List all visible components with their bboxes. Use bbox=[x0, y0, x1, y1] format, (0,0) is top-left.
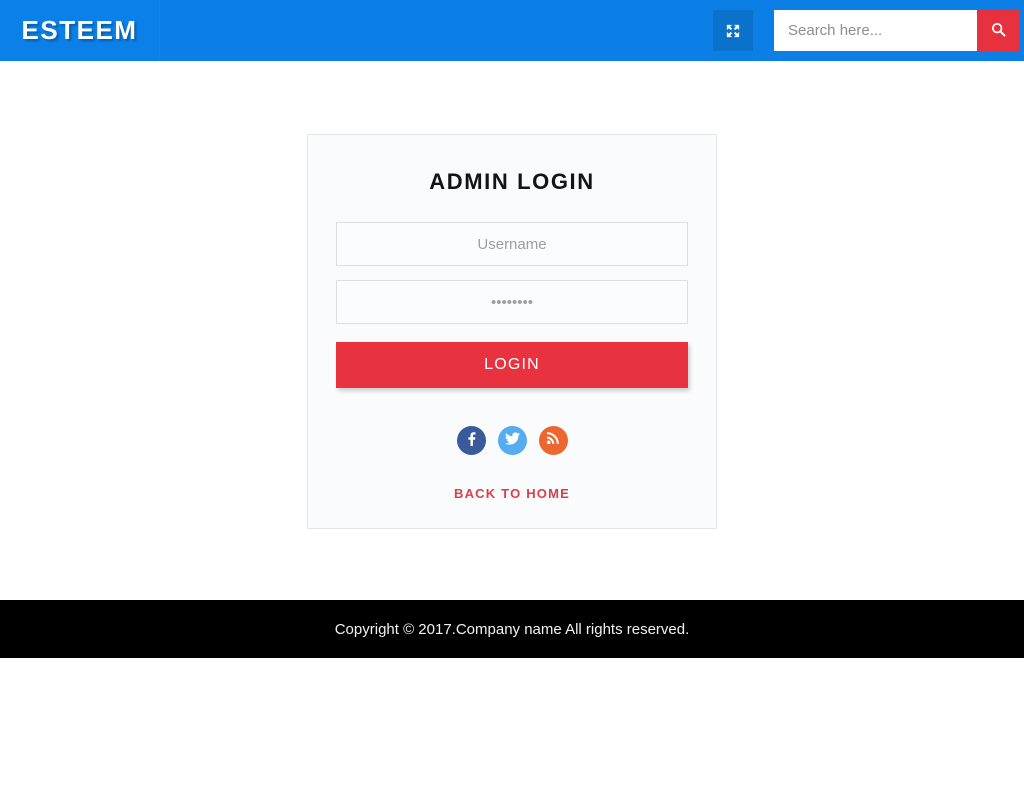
main-content-area: ADMIN LOGIN LOGIN bbox=[0, 61, 1024, 600]
password-input[interactable] bbox=[336, 280, 688, 324]
copyright-text: Copyright © 2017.Company name All rights… bbox=[334, 620, 690, 638]
expand-arrows-icon bbox=[726, 24, 740, 38]
page-footer: Copyright © 2017.Company name All rights… bbox=[0, 600, 1024, 658]
rss-link[interactable] bbox=[538, 426, 568, 455]
top-header-bar: ESTEEM bbox=[0, 0, 1024, 61]
twitter-link[interactable] bbox=[497, 426, 527, 455]
below-footer-whitespace bbox=[0, 658, 1024, 800]
back-to-home-link[interactable]: BACK TO HOME bbox=[336, 486, 688, 501]
search-submit-button[interactable] bbox=[977, 10, 1019, 51]
facebook-link[interactable] bbox=[456, 426, 486, 455]
expand-arrows-icon-button[interactable] bbox=[713, 10, 753, 51]
site-logo-text: ESTEEM bbox=[21, 15, 138, 45]
twitter-icon bbox=[504, 431, 520, 451]
login-button[interactable]: LOGIN bbox=[336, 342, 688, 388]
search-icon bbox=[991, 22, 1006, 40]
search-box bbox=[774, 10, 1019, 51]
social-links-row bbox=[336, 426, 688, 455]
search-input[interactable] bbox=[774, 10, 977, 51]
facebook-icon bbox=[464, 431, 479, 451]
page-title: ADMIN LOGIN bbox=[429, 169, 595, 194]
header-right-section bbox=[160, 0, 1024, 61]
logo-area[interactable]: ESTEEM bbox=[0, 0, 160, 61]
admin-login-card: ADMIN LOGIN LOGIN bbox=[307, 134, 717, 529]
username-input[interactable] bbox=[336, 222, 688, 266]
rss-icon bbox=[546, 431, 560, 450]
